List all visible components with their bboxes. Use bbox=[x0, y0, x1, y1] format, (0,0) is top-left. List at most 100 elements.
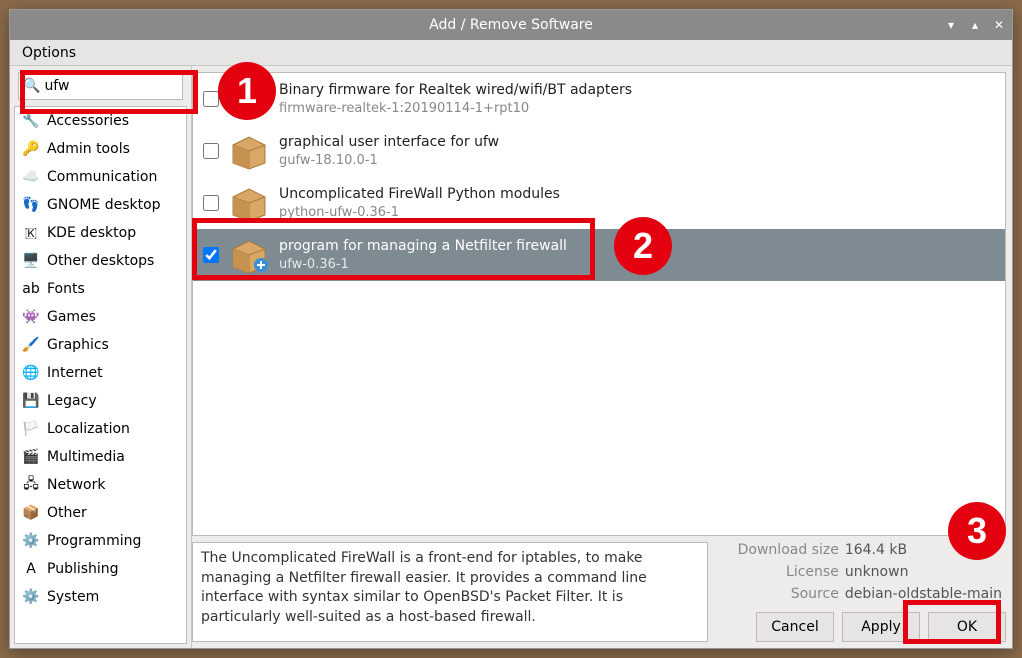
package-row[interactable]: program for managing a Netfilter firewal… bbox=[193, 229, 1005, 281]
category-item[interactable]: 🔧 Accessories bbox=[15, 107, 186, 135]
package-icon-wrap bbox=[229, 79, 269, 119]
category-icon: 🏳️ bbox=[21, 419, 41, 439]
category-item[interactable]: A Publishing bbox=[15, 555, 186, 583]
info-panel: Download size 164.4 kB License unknown S… bbox=[716, 542, 1006, 642]
main-panel: Binary firmware for Realtek wired/wifi/B… bbox=[192, 66, 1012, 648]
category-item[interactable]: 💾 Legacy bbox=[15, 387, 186, 415]
category-icon: 📦 bbox=[21, 503, 41, 523]
category-label: GNOME desktop bbox=[47, 197, 161, 213]
package-text: Uncomplicated FireWall Python modulespyt… bbox=[279, 185, 560, 221]
category-label: System bbox=[47, 589, 99, 605]
category-item[interactable]: 🌐 Internet bbox=[15, 359, 186, 387]
package-checkbox[interactable] bbox=[203, 91, 219, 107]
category-icon: 🖥️ bbox=[21, 251, 41, 271]
category-icon: 👣 bbox=[21, 195, 41, 215]
category-label: Accessories bbox=[47, 113, 129, 129]
category-icon: 🌐 bbox=[21, 363, 41, 383]
bottom-panel: The Uncomplicated FireWall is a front-en… bbox=[192, 536, 1012, 648]
category-icon: 🖌️ bbox=[21, 335, 41, 355]
category-item[interactable]: 🖌️ Graphics bbox=[15, 331, 186, 359]
category-label: Localization bbox=[47, 421, 130, 437]
download-size-value: 164.4 kB bbox=[845, 542, 1002, 558]
package-row[interactable]: graphical user interface for ufwgufw-18.… bbox=[193, 125, 1005, 177]
category-label: Games bbox=[47, 309, 96, 325]
maximize-icon[interactable]: ▴ bbox=[968, 18, 982, 32]
sidebar: 🔍 🔧 Accessories 🔑Admin tools ☁️ Communicatio… bbox=[10, 66, 192, 648]
license-label: License bbox=[738, 564, 839, 580]
category-label: Communication bbox=[47, 169, 157, 185]
category-item[interactable]: 👣 GNOME desktop bbox=[15, 191, 186, 219]
apply-button[interactable]: Apply bbox=[842, 612, 920, 642]
package-checkbox[interactable] bbox=[203, 247, 219, 263]
content-area: 🔍 🔧 Accessories 🔑Admin tools ☁️ Communicatio… bbox=[10, 66, 1012, 648]
category-label: Other desktops bbox=[47, 253, 154, 269]
package-subtitle: python-ufw-0.36-1 bbox=[279, 204, 560, 222]
category-label: Legacy bbox=[47, 393, 97, 409]
package-title: program for managing a Netfilter firewal… bbox=[279, 237, 567, 256]
package-text: Binary firmware for Realtek wired/wifi/B… bbox=[279, 81, 632, 117]
category-item[interactable]: 🖥️ Other desktops bbox=[15, 247, 186, 275]
category-icon: 🎬 bbox=[21, 447, 41, 467]
category-item[interactable]: 🔑Admin tools bbox=[15, 135, 186, 163]
category-icon: 🔧 bbox=[21, 111, 41, 131]
category-icon: ☁️ bbox=[21, 167, 41, 187]
menu-options[interactable]: Options bbox=[14, 42, 84, 64]
category-icon: 👾 bbox=[21, 307, 41, 327]
source-label: Source bbox=[738, 586, 839, 602]
package-icon bbox=[229, 131, 269, 171]
button-row: Cancel Apply OK bbox=[716, 612, 1006, 642]
package-checkbox[interactable] bbox=[203, 195, 219, 211]
category-label: Network bbox=[47, 477, 105, 493]
search-icon: 🔍 bbox=[23, 78, 40, 94]
description-box: The Uncomplicated FireWall is a front-en… bbox=[192, 542, 708, 642]
package-icon bbox=[229, 79, 269, 119]
category-label: Fonts bbox=[47, 281, 85, 297]
category-label: Programming bbox=[47, 533, 141, 549]
category-label: Other bbox=[47, 505, 87, 521]
category-label: Multimedia bbox=[47, 449, 125, 465]
meta-grid: Download size 164.4 kB License unknown S… bbox=[716, 542, 1006, 602]
package-icon-wrap bbox=[229, 235, 269, 275]
minimize-icon[interactable]: ▾ bbox=[944, 18, 958, 32]
package-icon bbox=[229, 235, 269, 275]
package-subtitle: ufw-0.36-1 bbox=[279, 256, 567, 274]
window-buttons: ▾ ▴ ✕ bbox=[944, 10, 1006, 40]
category-label: Internet bbox=[47, 365, 103, 381]
search-box[interactable]: 🔍 bbox=[18, 72, 183, 100]
package-icon bbox=[229, 183, 269, 223]
category-icon: 🇰 bbox=[21, 223, 41, 243]
category-icon: 💾 bbox=[21, 391, 41, 411]
category-label: Publishing bbox=[47, 561, 119, 577]
category-item[interactable]: 👾 Games bbox=[15, 303, 186, 331]
category-item[interactable]: ⚙️ System bbox=[15, 583, 186, 611]
download-size-label: Download size bbox=[738, 542, 839, 558]
package-icon-wrap bbox=[229, 131, 269, 171]
category-item[interactable]: ⚙️Programming bbox=[15, 527, 186, 555]
category-icon: ⚙️ bbox=[21, 587, 41, 607]
category-item[interactable]: ☁️ Communication bbox=[15, 163, 186, 191]
package-text: graphical user interface for ufwgufw-18.… bbox=[279, 133, 499, 169]
package-title: graphical user interface for ufw bbox=[279, 133, 499, 152]
package-checkbox[interactable] bbox=[203, 143, 219, 159]
menubar: Options bbox=[10, 40, 1012, 66]
package-title: Uncomplicated FireWall Python modules bbox=[279, 185, 560, 204]
category-item[interactable]: 🎬 Multimedia bbox=[15, 443, 186, 471]
category-item[interactable]: 🇰KDE desktop bbox=[15, 219, 186, 247]
category-item[interactable]: 🏳️ Localization bbox=[15, 415, 186, 443]
category-icon: ab bbox=[21, 279, 41, 299]
category-icon: A bbox=[21, 559, 41, 579]
category-item[interactable]: 📦 Other bbox=[15, 499, 186, 527]
package-row[interactable]: Uncomplicated FireWall Python modulespyt… bbox=[193, 177, 1005, 229]
cancel-button[interactable]: Cancel bbox=[756, 612, 834, 642]
package-subtitle: gufw-18.10.0-1 bbox=[279, 152, 499, 170]
close-icon[interactable]: ✕ bbox=[992, 18, 1006, 32]
category-label: Graphics bbox=[47, 337, 109, 353]
category-list[interactable]: 🔧 Accessories 🔑Admin tools ☁️ Communication 👣… bbox=[14, 106, 187, 644]
package-row[interactable]: Binary firmware for Realtek wired/wifi/B… bbox=[193, 73, 1005, 125]
category-item[interactable]: ab Fonts bbox=[15, 275, 186, 303]
category-icon: 🔑 bbox=[21, 139, 41, 159]
category-item[interactable]: 🖧Network bbox=[15, 471, 186, 499]
ok-button[interactable]: OK bbox=[928, 612, 1006, 642]
source-value: debian-oldstable-main bbox=[845, 586, 1002, 602]
package-list[interactable]: Binary firmware for Realtek wired/wifi/B… bbox=[192, 72, 1006, 536]
